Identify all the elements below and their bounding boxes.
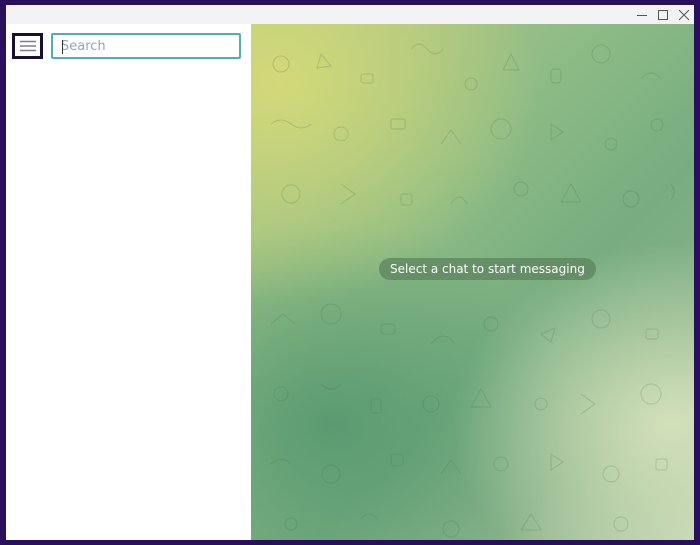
text-caret — [62, 40, 63, 54]
chat-background: Select a chat to start messaging — [251, 24, 694, 540]
maximize-icon — [658, 9, 668, 20]
search-input[interactable] — [61, 38, 231, 54]
minimize-icon — [637, 14, 647, 16]
title-bar — [6, 5, 694, 24]
empty-chat-hint: Select a chat to start messaging — [379, 258, 596, 280]
search-field[interactable] — [51, 33, 241, 59]
close-icon — [679, 9, 689, 20]
chat-list-sidebar — [6, 24, 252, 540]
app-window: Select a chat to start messaging — [6, 5, 694, 540]
close-button[interactable] — [672, 5, 694, 24]
main-menu-button[interactable] — [12, 33, 43, 59]
hamburger-menu-icon — [19, 40, 36, 52]
doodle-pattern — [270, 43, 675, 538]
